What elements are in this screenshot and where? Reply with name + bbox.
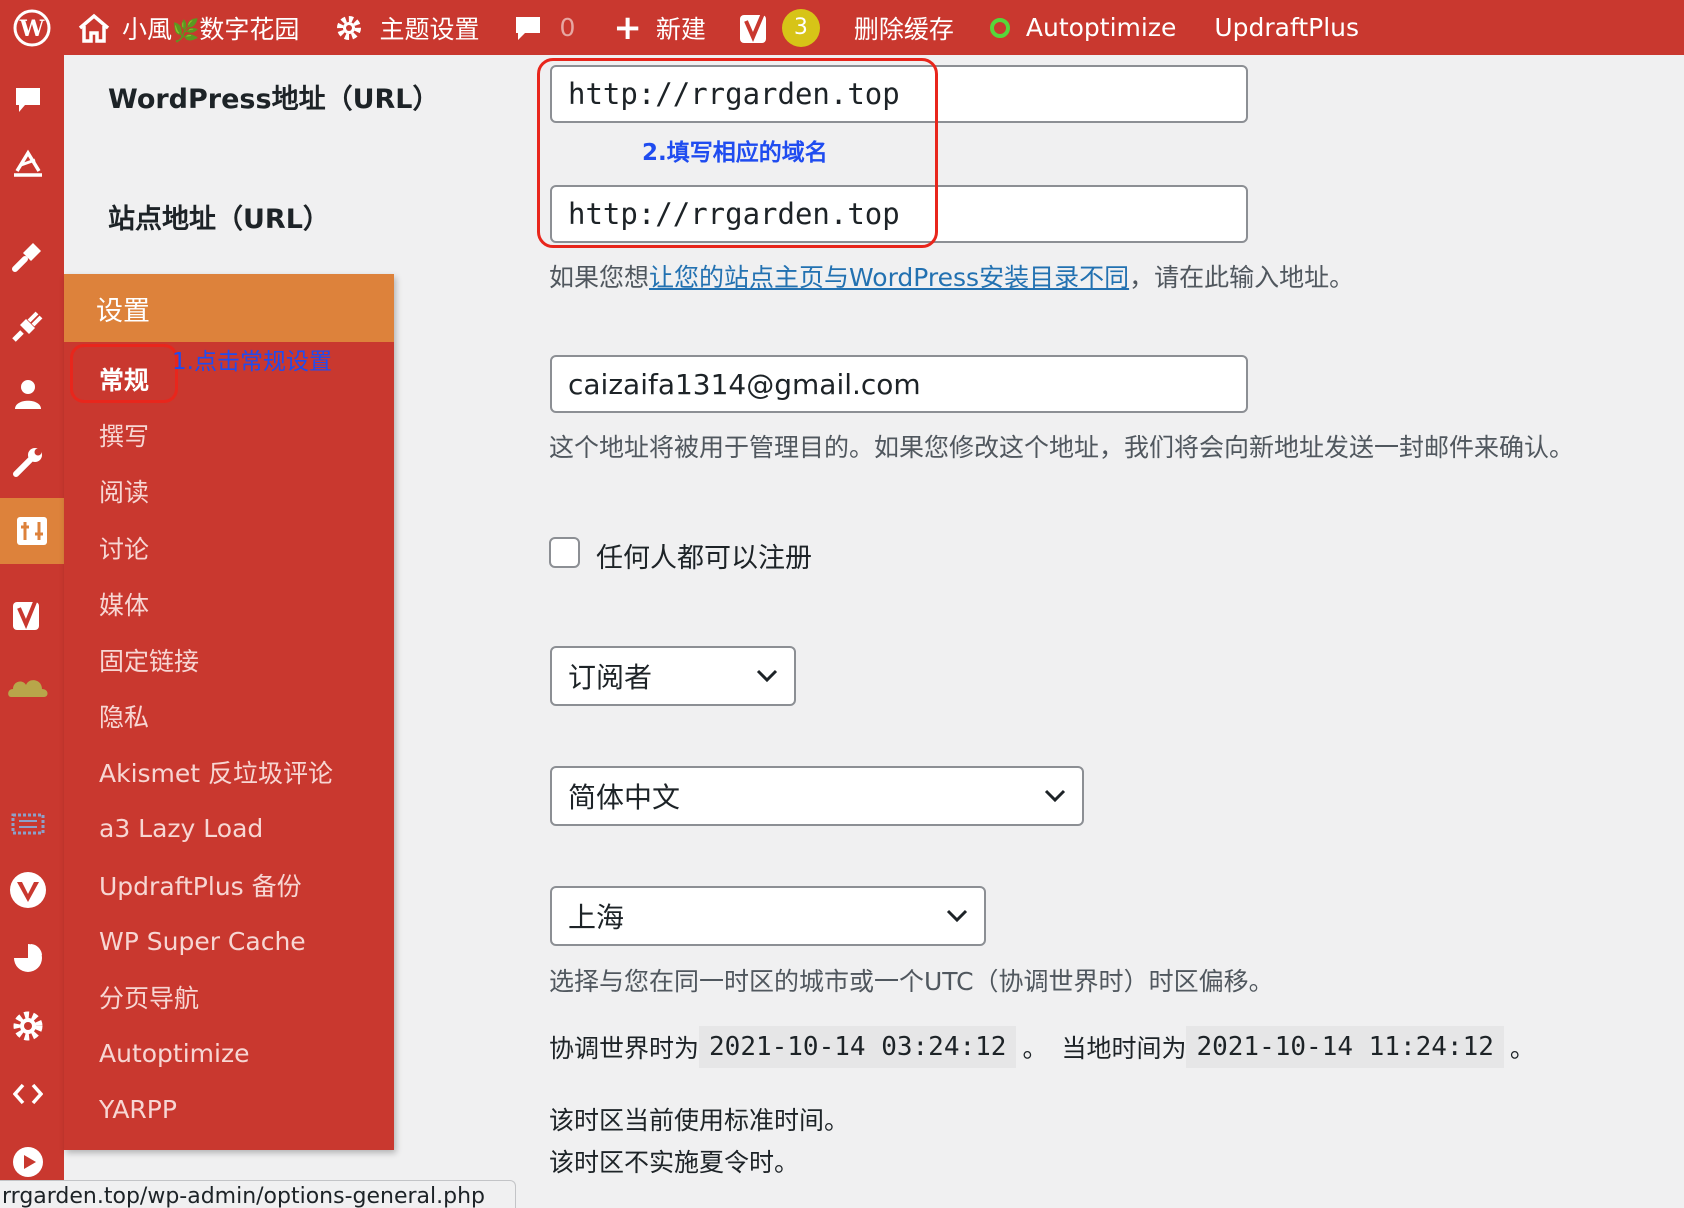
code-icon[interactable] xyxy=(0,1064,56,1124)
dst-note: 该时区不实施夏令时。 xyxy=(549,1148,800,1177)
standard-time-note: 该时区当前使用标准时间。 xyxy=(549,1106,850,1135)
utc-time: 2021-10-14 03:24:12 xyxy=(699,1026,1017,1068)
leaf-icon: 🌿 xyxy=(172,18,200,44)
gear-icon xyxy=(333,12,365,44)
wordpress-logo-icon[interactable]: W xyxy=(0,0,64,55)
network-icon[interactable] xyxy=(0,794,56,854)
submenu-item-a3-lazy-load[interactable]: a3 Lazy Load xyxy=(99,801,263,857)
updraftplus-menu[interactable]: UpdraftPlus xyxy=(1214,0,1359,55)
submenu-item-updraftplus-backup[interactable]: UpdraftPlus 备份 xyxy=(99,857,302,913)
comments-count: 0 xyxy=(559,13,576,42)
submenu-item-yarpp[interactable]: YARPP xyxy=(99,1082,177,1138)
timezone-value: 上海 xyxy=(568,901,625,934)
home-icon xyxy=(78,13,110,43)
yoast-notification-badge: 3 xyxy=(781,8,820,47)
membership-checkbox[interactable] xyxy=(549,537,580,568)
yoast-menu[interactable]: 3 xyxy=(738,0,820,55)
annotation-circle-general xyxy=(70,344,178,403)
gear-icon[interactable] xyxy=(0,996,56,1056)
plus-icon: + xyxy=(613,7,642,48)
yoast-icon[interactable] xyxy=(0,584,56,644)
yoast-icon xyxy=(738,9,772,47)
default-role-select[interactable]: 订阅者 xyxy=(550,646,796,706)
utc-label: 协调世界时为 xyxy=(549,1034,700,1063)
comment-bubble-icon xyxy=(513,13,543,43)
admin-email-field[interactable]: caizaifa1314@gmail.com xyxy=(550,355,1248,413)
plugins-icon[interactable] xyxy=(0,296,56,356)
settings-submenu: 设置 常规 撰写 阅读 讨论 媒体 固定链接 隐私 Akismet 反垃圾评论 a3 Lazy … xyxy=(64,274,394,1150)
annotation-step-1: 1.点击常规设置 xyxy=(172,349,332,375)
settings-icon[interactable] xyxy=(0,498,64,564)
new-content-menu[interactable]: + 新建 xyxy=(613,0,706,55)
timezone-select[interactable]: 上海 xyxy=(550,886,986,946)
autoptimize-menu[interactable]: Autoptimize xyxy=(989,0,1177,55)
timezone-description: 选择与您在同一时区的城市或一个UTC（协调世界时）时区偏移。 xyxy=(549,967,1274,996)
submenu-item-wp-super-cache[interactable]: WP Super Cache xyxy=(99,913,306,969)
submenu-item-privacy[interactable]: 隐私 xyxy=(99,688,149,744)
feedback-icon[interactable] xyxy=(0,134,56,194)
admin-bar: W 小風🌿数字花园 主题设置 0 + 新建 3 删除缓存 Autoptimize… xyxy=(0,0,1684,55)
site-language-value: 简体中文 xyxy=(568,781,681,814)
users-icon[interactable] xyxy=(0,364,56,424)
local-time: 2021-10-14 11:24:12 xyxy=(1186,1026,1504,1068)
vector-icon[interactable] xyxy=(0,860,56,920)
admin-email-description: 这个地址将被用于管理目的。如果您修改这个地址，我们将会向新地址发送一封邮件来确认… xyxy=(549,433,1575,462)
submenu-item-pagenavi[interactable]: 分页导航 xyxy=(99,969,199,1025)
theme-settings-label: 主题设置 xyxy=(379,14,480,44)
submenu-item-media[interactable]: 媒体 xyxy=(99,576,149,632)
comments-menu[interactable]: 0 xyxy=(513,0,575,55)
annotation-box-urls xyxy=(537,58,938,248)
clear-cache-button[interactable]: 删除缓存 xyxy=(854,0,954,55)
site-language-select[interactable]: 简体中文 xyxy=(550,766,1084,826)
chevron-down-icon xyxy=(756,669,778,683)
submenu-item-discussion[interactable]: 讨论 xyxy=(99,520,149,576)
site-url-description: 如果您想让您的站点主页与WordPress安装目录不同，请在此输入地址。 xyxy=(549,263,1355,292)
submenu-item-akismet[interactable]: Akismet 反垃圾评论 xyxy=(99,744,333,800)
svg-text:W: W xyxy=(19,16,45,42)
chevron-down-icon xyxy=(946,909,968,923)
submenu-item-writing[interactable]: 撰写 xyxy=(99,407,149,463)
local-time-label: 当地时间为 xyxy=(1061,1034,1187,1063)
sentence-separator: 。 xyxy=(1022,1034,1048,1063)
new-label: 新建 xyxy=(655,14,706,44)
chevron-down-icon xyxy=(1044,789,1066,803)
submenu-item-reading[interactable]: 阅读 xyxy=(99,463,149,519)
theme-settings-menu[interactable]: 主题设置 xyxy=(333,0,479,55)
appearance-icon[interactable] xyxy=(0,226,56,286)
submenu-header[interactable]: 设置 xyxy=(64,274,394,342)
site-name-menu[interactable]: 小風🌿数字花园 xyxy=(78,0,299,55)
time-readout: 协调世界时为 2021-10-14 03:24:12 。 当地时间为 2021-… xyxy=(549,1026,1535,1068)
tools-icon[interactable] xyxy=(0,432,56,492)
comments-icon[interactable] xyxy=(0,70,56,130)
site-url-label: 站点地址（URL） xyxy=(108,204,330,235)
submenu-item-autoptimize[interactable]: Autoptimize xyxy=(99,1025,249,1081)
site-url-help-link[interactable]: 让您的站点主页与WordPress安装目录不同 xyxy=(649,263,1129,292)
status-dot-icon xyxy=(989,17,1010,38)
submenu-item-permalinks[interactable]: 固定链接 xyxy=(99,632,199,688)
default-role-value: 订阅者 xyxy=(568,661,653,694)
wordpress-url-label: WordPress地址（URL） xyxy=(108,84,440,115)
chart-icon[interactable] xyxy=(0,928,56,988)
cloud-icon[interactable] xyxy=(0,656,56,716)
sentence-end: 。 xyxy=(1509,1034,1535,1063)
autoptimize-label: Autoptimize xyxy=(1025,13,1177,42)
membership-label[interactable]: 任何人都可以注册 xyxy=(596,536,812,575)
status-bar-url: rrgarden.top/wp-admin/options-general.ph… xyxy=(0,1180,516,1208)
site-name-label: 小風🌿数字花园 xyxy=(122,14,300,44)
